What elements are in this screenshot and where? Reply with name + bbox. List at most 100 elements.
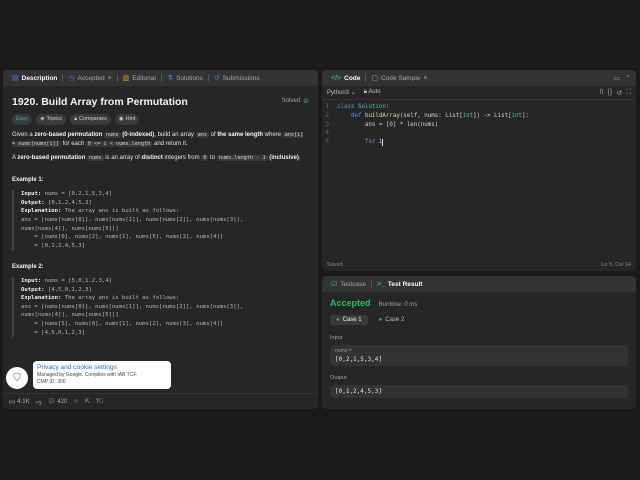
example-2-block: Input: nums = [5,0,1,2,3,4] Output: [4,5…: [12, 276, 309, 338]
star-icon: ☆: [73, 399, 79, 405]
book-icon: ▥: [122, 74, 130, 82]
topics-chip[interactable]: ◈ Topics: [36, 114, 67, 125]
verdict-row: Accepted Runtime: 0 ms: [330, 298, 628, 308]
save-status: Saved: [327, 262, 343, 268]
input-var-name: nums =: [335, 348, 352, 354]
tab-code[interactable]: </> Code: [326, 70, 365, 86]
output-box: [0,1,2,4,5,3]: [330, 385, 628, 398]
tab-editorial[interactable]: ▥ Editorial: [118, 70, 161, 86]
dislike-button[interactable]: 👎︎: [36, 398, 42, 406]
result-tabbar: ☑ Testcase >_ Test Result: [322, 276, 636, 292]
title-row: 1920. Build Array from Permutation Solve…: [12, 94, 309, 110]
code-editor[interactable]: 1 class Solution: 2 def buildArray (self, …: [322, 100, 636, 148]
output-value: [0,1,2,4,5,3]: [335, 388, 382, 395]
code-line: 4: [325, 130, 330, 137]
case-2-tab[interactable]: ● Case 2: [373, 315, 411, 325]
check-circle-icon: ⊘: [303, 97, 309, 105]
fullscreen-icon[interactable]: ⛶: [626, 89, 631, 97]
history-icon: ↺: [213, 74, 220, 82]
example-1-heading: Example 1:: [12, 176, 44, 183]
difficulty-badge: Easy: [12, 114, 33, 125]
tab-code-sample[interactable]: ▢ Code Sample ×: [366, 70, 432, 86]
cookie-cmp-id: CMP ID: 300: [37, 378, 66, 385]
lock-icon: 🔒︎: [74, 116, 77, 123]
description-paragraph-1: Given a zero-based permutation nums (0-i…: [12, 131, 304, 148]
tab-test-result[interactable]: >_ Test Result: [372, 276, 428, 292]
tag-icon: ◈: [40, 116, 45, 123]
panel-controls: ▭ ⌃: [614, 74, 637, 82]
problem-chips: Easy ◈ Topics 🔒︎ Companies ◉ Hint: [12, 114, 309, 125]
case-1-tab[interactable]: ● Case 1: [330, 315, 368, 325]
code-tabbar: </> Code ▢ Code Sample × ▭ ⌃: [322, 70, 636, 86]
share-button[interactable]: ⇱: [85, 398, 90, 405]
tab-submissions[interactable]: ↺ Submissions: [209, 70, 265, 86]
editor-actions: ⌷ {} ↺ ⛶: [599, 89, 631, 97]
comments-button[interactable]: 💬︎ 420: [47, 398, 68, 406]
terminal-icon: >_: [376, 280, 385, 288]
bookmark-icon[interactable]: ⌷: [599, 89, 603, 97]
description-tabbar: ▤ Description ◷ Accepted × ▥ Editorial ⚗ Solu…: [3, 70, 318, 86]
thumbs-up-icon: 👍︎: [9, 399, 16, 406]
auto-mode[interactable]: 🔒︎ Auto: [364, 89, 381, 96]
input-box: nums = [0,2,1,5,3,4]: [330, 345, 628, 366]
reset-icon[interactable]: ↺: [616, 89, 622, 97]
thumbs-down-icon: 👎︎: [35, 399, 42, 406]
code-line: 3 ans = [0] * len(nums): [325, 121, 439, 128]
help-button[interactable]: ?⃝: [96, 399, 104, 405]
file-icon: ▢: [371, 74, 378, 82]
bulb-icon: ◉: [118, 116, 124, 123]
comment-icon: 💬︎: [47, 399, 56, 405]
maximize-icon[interactable]: ▭: [614, 74, 621, 82]
collapse-icon[interactable]: ⌃: [625, 74, 631, 82]
problem-description: 1920. Build Array from Permutation Solve…: [3, 86, 318, 345]
clock-icon: ◷: [68, 74, 75, 82]
input-value: [0,2,1,5,3,4]: [335, 356, 382, 363]
description-panel: ▤ Description ◷ Accepted × ▥ Editorial ⚗ Solu…: [3, 70, 318, 409]
result-panel: ☑ Testcase >_ Test Result Accepted Runtime…: [322, 276, 636, 409]
tab-description[interactable]: ▤ Description: [7, 70, 62, 86]
description-footer: 👍︎ 4.1K 👎︎ 💬︎ 420 ☆ ⇱ ?⃝: [3, 393, 318, 409]
input-label: Input: [330, 335, 343, 341]
cookie-title[interactable]: Privacy and cookie settings: [37, 364, 167, 371]
question-icon: ?⃝: [95, 398, 104, 405]
hint-chip[interactable]: ◉ Hint: [114, 114, 140, 125]
privacy-shield-button[interactable]: ⛉: [6, 367, 28, 389]
share-icon: ⇱: [84, 399, 90, 405]
lock-icon: 🔒︎: [363, 89, 367, 95]
tab-solutions[interactable]: ⚗ Solutions: [162, 70, 208, 86]
result-body: Accepted Runtime: 0 ms ● Case 1 ● Case 2 I…: [322, 292, 636, 409]
code-panel: </> Code ▢ Code Sample × ▭ ⌃ Python3 ⌄ 🔒︎ A…: [322, 70, 636, 271]
runtime: Runtime: 0 ms: [378, 302, 418, 308]
flask-icon: ⚗: [166, 74, 174, 82]
description-paragraph-2: A zero-based permutation nums is an arra…: [12, 155, 301, 162]
like-button[interactable]: 👍︎ 4.1K: [9, 398, 30, 406]
case-tabs: ● Case 1 ● Case 2: [330, 315, 628, 325]
check-square-icon: ☑: [331, 280, 338, 288]
document-icon: ▤: [12, 74, 19, 82]
output-label: Output: [330, 375, 347, 381]
favorite-button[interactable]: ☆: [73, 398, 78, 405]
close-icon[interactable]: ×: [108, 75, 112, 82]
pass-dot-icon: ●: [336, 317, 340, 323]
solved-status: Solved ⊘: [282, 97, 309, 108]
code-line: 1 class Solution:: [325, 104, 390, 110]
tab-testcase[interactable]: ☑ Testcase: [326, 276, 371, 292]
example-1-block: Input: nums = [0,2,1,5,3,4] Output: [0,1…: [12, 189, 309, 251]
chevron-down-icon: ⌄: [350, 90, 356, 96]
example-2-heading: Example 2:: [12, 263, 44, 270]
verdict: Accepted: [330, 298, 371, 308]
close-icon[interactable]: ×: [423, 75, 427, 82]
braces-icon[interactable]: {}: [608, 89, 613, 97]
code-line: 5 for i: [325, 139, 384, 147]
cursor-position: Ln 5, Col 14: [601, 262, 631, 268]
shield-icon: ⛉: [13, 372, 21, 384]
problem-title[interactable]: 1920. Build Array from Permutation: [12, 94, 188, 110]
tab-accepted[interactable]: ◷ Accepted ×: [63, 70, 116, 86]
cookie-settings-popup[interactable]: Privacy and cookie settings Managed by G…: [33, 361, 171, 389]
text-cursor: [382, 139, 384, 147]
language-select[interactable]: Python3 ⌄: [327, 89, 356, 96]
companies-chip[interactable]: 🔒︎ Companies: [70, 114, 111, 125]
editor-toolbar: Python3 ⌄ 🔒︎ Auto ⌷ {} ↺ ⛶: [322, 86, 636, 100]
editor-statusbar: Saved Ln 5, Col 14: [322, 259, 636, 271]
code-line: 2 def buildArray (self, nums: List[int]) …: [325, 112, 530, 119]
